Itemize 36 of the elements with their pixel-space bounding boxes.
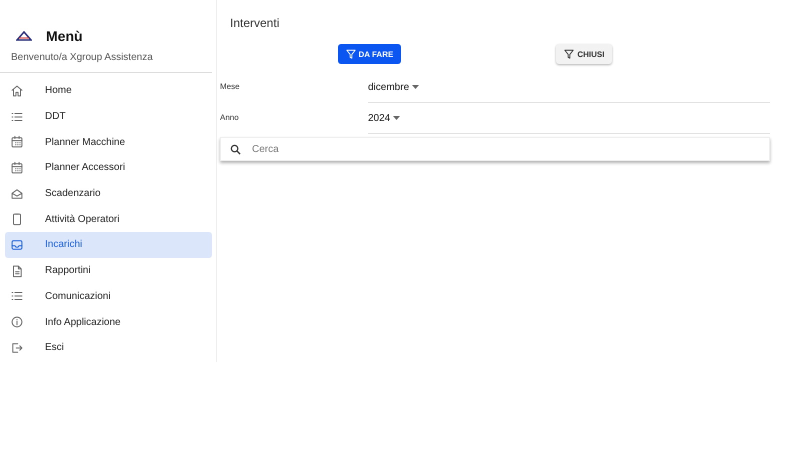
calendar-icon [10, 160, 24, 175]
clipboard-icon [10, 212, 24, 226]
sidebar-item[interactable]: Comunicazioni [5, 284, 212, 310]
caret-icon [393, 116, 400, 120]
document-icon [10, 264, 24, 278]
page-title: Interventi [229, 15, 280, 30]
inbox-icon [10, 238, 24, 252]
calendar-icon [10, 135, 24, 150]
search-icon [230, 144, 241, 155]
sidebar-item[interactable]: Esci [5, 334, 212, 361]
sidebar-item[interactable]: Home [5, 78, 212, 104]
info-icon [10, 315, 24, 330]
sidebar-item[interactable]: Attività Operatori [5, 206, 212, 232]
caret-icon [412, 85, 420, 89]
filter-button[interactable]: CHIUSI [556, 44, 612, 64]
sidebar-item[interactable]: Rapportini [5, 258, 212, 284]
sidebar-item[interactable]: Scadenzario [5, 180, 212, 206]
filter-icon [564, 49, 574, 59]
sidebar-item[interactable]: Incarichi [5, 232, 212, 258]
filter-button[interactable]: DA FARE [338, 44, 402, 64]
sidebar-item[interactable]: Info Applicazione [5, 309, 212, 335]
field-label: Anno [220, 112, 240, 122]
field-label: Mese [220, 81, 241, 91]
home-icon [10, 84, 24, 98]
menu-title: Menù [46, 28, 83, 44]
sidebar-item[interactable]: Planner Macchine [5, 129, 212, 156]
logout-icon [10, 340, 24, 355]
logo-icon [16, 31, 32, 41]
select-field[interactable]: dicembre [368, 72, 770, 103]
filter-icon [346, 49, 356, 59]
welcome-text: Benvenuto/a Xgroup Assistenza [0, 44, 212, 73]
select-field[interactable]: 2024 [368, 103, 770, 134]
envelope-icon [10, 186, 24, 201]
search-field[interactable]: Cerca [220, 137, 770, 161]
sidebar-item[interactable]: Planner Accessori [5, 155, 212, 181]
sidebar-item[interactable]: DDT [5, 104, 212, 130]
